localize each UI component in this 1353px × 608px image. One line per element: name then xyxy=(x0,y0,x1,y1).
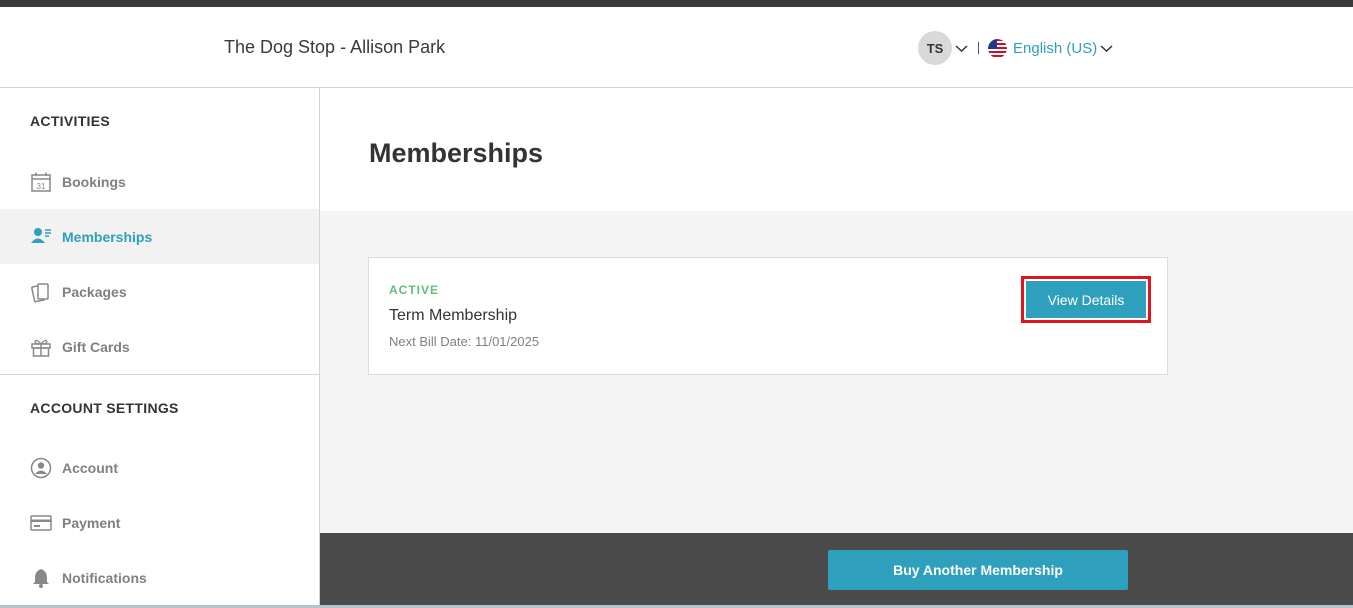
sidebar-divider xyxy=(0,374,319,375)
us-flag-icon xyxy=(988,38,1007,58)
gift-icon xyxy=(30,336,52,358)
activities-section-title: ACTIVITIES xyxy=(30,113,111,129)
memberships-list: ACTIVE Term Membership Next Bill Date: 1… xyxy=(320,211,1353,533)
sidebar-item-label: Memberships xyxy=(62,228,153,245)
main-content: Memberships ACTIVE Term Membership Next … xyxy=(320,88,1353,608)
sidebar-item-label: Gift Cards xyxy=(62,338,130,355)
header: The Dog Stop - Allison Park TS English (… xyxy=(0,7,1353,88)
sidebar-item-label: Payment xyxy=(62,514,121,531)
language-selector[interactable]: English (US) xyxy=(1013,40,1097,57)
packages-icon xyxy=(30,281,52,303)
payment-card-icon xyxy=(30,512,52,534)
user-area: TS English (US) xyxy=(918,31,1113,65)
next-bill-date: Next Bill Date: 11/01/2025 xyxy=(389,334,540,349)
membership-icon xyxy=(30,226,52,248)
sidebar: ACTIVITIES 31 Bookings Memberships Packa… xyxy=(0,88,320,608)
sidebar-item-notifications[interactable]: Notifications xyxy=(0,550,319,605)
buy-another-membership-button[interactable]: Buy Another Membership xyxy=(828,550,1128,590)
sidebar-item-bookings[interactable]: 31 Bookings xyxy=(0,154,319,209)
sidebar-item-label: Notifications xyxy=(62,569,147,586)
sidebar-item-packages[interactable]: Packages xyxy=(0,264,319,319)
bell-icon xyxy=(30,567,52,589)
footer-action-bar: Buy Another Membership xyxy=(320,533,1353,608)
top-strip xyxy=(0,0,1353,7)
page-title: Memberships xyxy=(369,138,544,168)
svg-text:31: 31 xyxy=(37,182,46,191)
sidebar-item-label: Account xyxy=(62,459,118,476)
view-details-highlight: View Details xyxy=(1021,276,1151,323)
status-badge: ACTIVE xyxy=(389,283,440,297)
view-details-button[interactable]: View Details xyxy=(1026,281,1146,318)
sidebar-item-payment[interactable]: Payment xyxy=(0,495,319,550)
language-chevron-down-icon[interactable] xyxy=(1100,42,1113,55)
membership-card: ACTIVE Term Membership Next Bill Date: 1… xyxy=(368,257,1168,375)
account-settings-section-title: ACCOUNT SETTINGS xyxy=(30,400,179,416)
sidebar-item-memberships[interactable]: Memberships xyxy=(0,209,319,264)
user-avatar[interactable]: TS xyxy=(918,31,952,65)
calendar-icon: 31 xyxy=(30,171,52,193)
sidebar-item-label: Bookings xyxy=(62,173,126,190)
header-separator xyxy=(978,42,979,54)
sidebar-item-gift-cards[interactable]: Gift Cards xyxy=(0,319,319,374)
sidebar-item-label: Packages xyxy=(62,283,127,300)
membership-name: Term Membership xyxy=(389,307,518,324)
title-band: Memberships xyxy=(320,88,1353,211)
chevron-down-icon[interactable] xyxy=(955,42,968,55)
brand-name[interactable]: The Dog Stop - Allison Park xyxy=(224,37,445,58)
account-icon xyxy=(30,457,52,479)
sidebar-item-account[interactable]: Account xyxy=(0,440,319,495)
